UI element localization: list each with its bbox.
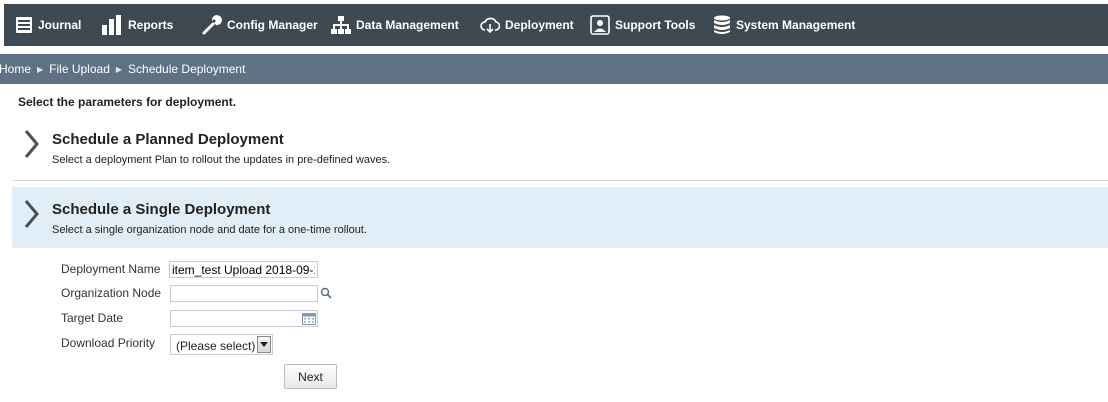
download-priority-label: Download Priority bbox=[61, 336, 156, 350]
option-planned-deployment[interactable]: Schedule a Planned Deployment Select a d… bbox=[12, 120, 1108, 178]
nav-item-config-manager[interactable]: Config Manager bbox=[202, 4, 318, 46]
breadcrumb-separator-icon: ▶ bbox=[37, 64, 44, 74]
breadcrumb-file-upload[interactable]: File Upload bbox=[49, 62, 110, 76]
cloud-download-icon bbox=[480, 16, 500, 34]
journal-icon bbox=[15, 16, 33, 34]
support-person-icon bbox=[590, 15, 610, 35]
option-description: Select a deployment Plan to rollout the … bbox=[52, 154, 391, 166]
breadcrumb-home[interactable]: Home bbox=[0, 62, 31, 76]
bar-chart-icon bbox=[101, 15, 123, 35]
nav-item-deployment[interactable]: Deployment bbox=[480, 4, 574, 46]
nav-item-system-management[interactable]: System Management bbox=[713, 4, 855, 46]
option-title: Schedule a Planned Deployment bbox=[52, 131, 284, 148]
nav-item-label: Support Tools bbox=[615, 18, 696, 32]
deployment-name-label: Deployment Name bbox=[61, 262, 161, 276]
nav-item-journal[interactable]: Journal bbox=[15, 4, 81, 46]
deployment-name-input[interactable] bbox=[169, 261, 318, 278]
chevron-right-icon bbox=[24, 199, 40, 234]
dropdown-arrow-icon[interactable] bbox=[257, 336, 271, 353]
breadcrumb-separator-icon: ▶ bbox=[115, 64, 123, 74]
wrench-icon bbox=[202, 15, 222, 35]
breadcrumb-current-page: Schedule Deployment bbox=[128, 62, 246, 76]
download-priority-select[interactable]: (Please select) bbox=[170, 334, 273, 355]
option-title: Schedule a Single Deployment bbox=[52, 201, 271, 218]
chevron-right-icon bbox=[24, 129, 40, 164]
top-navigation-bar: Journal Reports Config Manager Data Mana… bbox=[4, 4, 1108, 46]
organization-node-input[interactable] bbox=[170, 285, 318, 302]
target-date-label: Target Date bbox=[61, 311, 124, 325]
option-description: Select a single organization node and da… bbox=[52, 224, 367, 236]
nav-item-support-tools[interactable]: Support Tools bbox=[590, 4, 695, 46]
database-icon bbox=[713, 15, 731, 35]
breadcrumb: Home ▶ File Upload ▶ Schedule Deployment bbox=[0, 54, 1108, 84]
calendar-icon[interactable] bbox=[302, 312, 316, 330]
search-icon[interactable] bbox=[320, 286, 332, 304]
nav-item-label: Deployment bbox=[505, 18, 574, 32]
nav-item-label: Data Management bbox=[356, 18, 459, 32]
page-instructions: Select the parameters for deployment. bbox=[18, 95, 237, 109]
download-priority-value: (Please select) bbox=[176, 339, 256, 353]
next-button[interactable]: Next bbox=[284, 364, 337, 389]
target-date-input[interactable] bbox=[170, 310, 318, 327]
nav-item-label: Reports bbox=[128, 18, 174, 32]
option-single-deployment[interactable]: Schedule a Single Deployment Select a si… bbox=[12, 187, 1108, 248]
nav-item-reports[interactable]: Reports bbox=[101, 4, 173, 46]
section-divider bbox=[12, 180, 1108, 181]
nav-item-label: System Management bbox=[736, 18, 856, 32]
hierarchy-icon bbox=[331, 15, 351, 35]
nav-item-label: Journal bbox=[38, 18, 82, 32]
nav-item-label: Config Manager bbox=[227, 18, 318, 32]
organization-node-label: Organization Node bbox=[61, 286, 162, 300]
nav-item-data-management[interactable]: Data Management bbox=[331, 4, 459, 46]
